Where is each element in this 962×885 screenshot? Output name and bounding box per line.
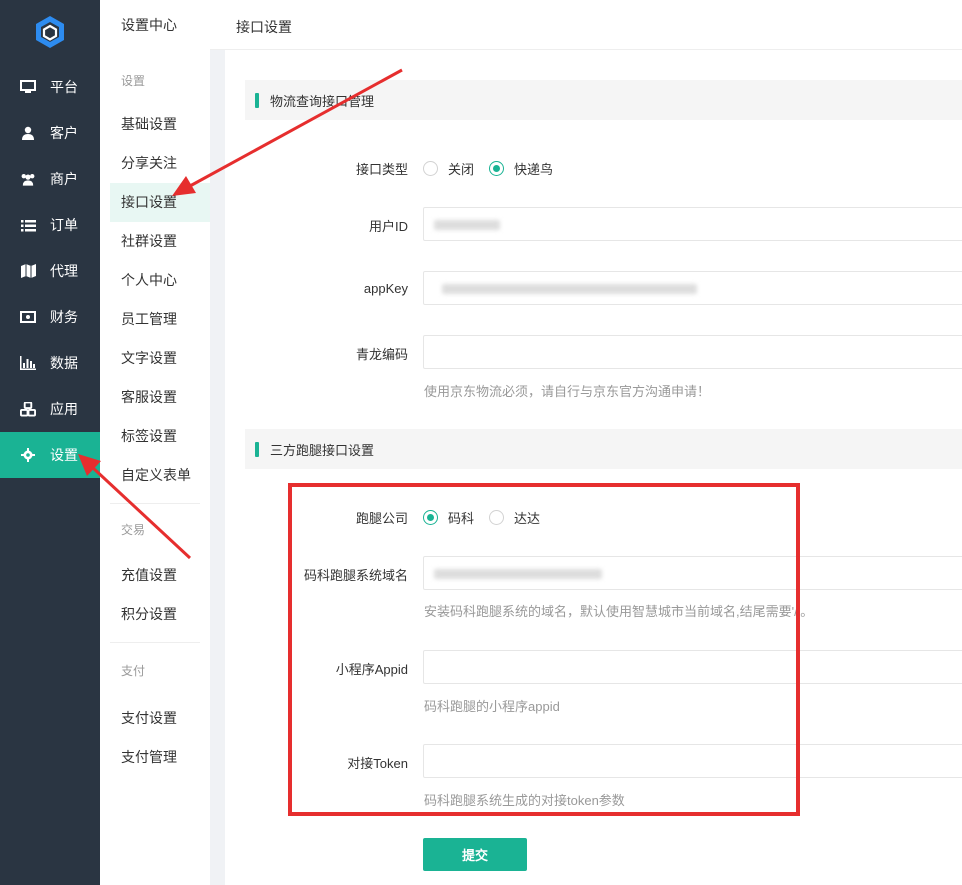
gear-icon [20,447,36,463]
logo-icon [36,16,64,48]
main-content: 物流查询接口管理 接口类型 关闭 快递鸟 用户ID appKey 青龙编码 使用… [225,50,962,885]
sub-nav-item[interactable]: 积分设置 [100,595,210,634]
gutter [210,50,225,885]
nav-item-2[interactable]: 商户 [0,156,100,202]
nav-item-label: 客户 [50,125,78,141]
qinglong-help: 使用京东物流必须，请自行与京东官方沟通申请！ [424,384,711,399]
radio-kdn-label: 快递鸟 [514,162,554,177]
bar-chart-icon [20,355,36,371]
radio-make-dot[interactable] [423,510,438,525]
nav-item-label: 商户 [50,171,78,187]
sub-nav-item[interactable]: 支付设置 [100,699,210,738]
token-label: 对接Token [347,756,408,771]
section-marker [255,92,259,108]
section-errand-title: 三方跑腿接口设置 [270,442,375,458]
nav-item-8[interactable]: 设置 [0,432,100,478]
sub-group-trade: 交易 [121,523,146,537]
submit-button[interactable]: 提交 [423,838,527,871]
radio-off-label: 关闭 [448,162,475,177]
token-input[interactable] [423,744,962,778]
sub-nav-item[interactable]: 分享关注 [100,144,210,183]
redacted-value [442,284,697,294]
nav-item-0[interactable]: 平台 [0,64,100,110]
appid-label: 小程序Appid [335,662,408,677]
user-id-label: 用户ID [368,219,408,234]
token-help: 码科跑腿系统生成的对接token参数 [424,793,625,808]
sub-group-settings: 设置 [121,74,146,88]
section-logistics-header: 物流查询接口管理 [245,80,962,120]
sub-nav-item[interactable]: 个人中心 [100,261,210,300]
section-errand-header: 三方跑腿接口设置 [245,429,962,469]
radio-kdn-dot[interactable] [489,161,504,176]
list-icon [20,217,36,233]
domain-input[interactable] [423,556,962,590]
nav-item-5[interactable]: 财务 [0,294,100,340]
radio-off[interactable]: 关闭 [423,159,474,178]
page-title: 接口设置 [236,19,292,35]
monitor-icon [20,79,36,95]
map-icon [20,263,36,279]
sub-nav-item[interactable]: 文字设置 [100,339,210,378]
nav-item-label: 数据 [50,355,78,371]
nav-item-label: 代理 [50,263,78,279]
radio-make-label: 码科 [448,511,475,526]
sub-group-payment: 支付 [121,664,146,678]
nav-item-label: 平台 [50,79,78,95]
sub-nav-item[interactable]: 员工管理 [100,300,210,339]
qinglong-label: 青龙编码 [355,347,408,362]
appid-input[interactable] [423,650,962,684]
radio-dada[interactable]: 达达 [489,508,540,527]
secondary-sidebar: 设置中心 设置 基础设置 分享关注 接口设置 社群设置 个人中心 员工管理 文字设置 客服设置… [100,0,210,885]
nav-item-3[interactable]: 订单 [0,202,100,248]
domain-label: 码科跑腿系统域名 [303,568,408,583]
sub-nav-item[interactable]: 客服设置 [100,378,210,417]
sub-nav-item[interactable]: 自定义表单 [100,456,210,495]
main-sidebar: 平台客户商户订单代理财务数据应用设置 [0,0,100,885]
sub-nav-item[interactable]: 充值设置 [100,556,210,595]
radio-off-dot[interactable] [423,161,438,176]
appkey-input[interactable] [423,271,962,305]
sub-nav-item[interactable]: 标签设置 [100,417,210,456]
nav-item-label: 财务 [50,309,78,325]
nav-item-label: 应用 [50,401,78,417]
sub-nav-item[interactable]: 支付管理 [100,738,210,777]
user-icon [20,125,36,141]
sub-nav-item[interactable]: 社群设置 [100,222,210,261]
redacted-value [434,220,500,230]
user-id-input[interactable] [423,207,962,241]
section-marker [255,441,259,457]
sub-nav-item[interactable]: 基础设置 [100,105,210,144]
qinglong-input[interactable] [423,335,962,369]
nav-item-1[interactable]: 客户 [0,110,100,156]
redacted-value [434,569,602,579]
appkey-label: appKey [363,281,408,296]
appid-help: 码科跑腿的小程序appid [424,699,560,714]
nav-item-label: 设置 [50,447,78,463]
nav-item-6[interactable]: 数据 [0,340,100,386]
sub-nav-item[interactable]: 接口设置 [110,183,210,222]
cubes-icon [20,401,36,417]
radio-dada-dot[interactable] [489,510,504,525]
users-icon [20,171,36,187]
nav-item-label: 订单 [50,217,78,233]
sub-nav-title: 设置中心 [121,17,177,33]
radio-dada-label: 达达 [514,511,541,526]
nav-item-4[interactable]: 代理 [0,248,100,294]
interface-type-label: 接口类型 [355,162,408,177]
logo[interactable] [0,0,100,64]
header-bar: 接口设置 [210,0,962,50]
radio-kdn[interactable]: 快递鸟 [489,159,553,178]
domain-help: 安装码科跑腿系统的域名，默认使用智慧城市当前域名,结尾需要'/'。 [424,604,814,619]
money-icon [20,309,36,325]
company-label: 跑腿公司 [355,511,408,526]
nav-item-7[interactable]: 应用 [0,386,100,432]
radio-make[interactable]: 码科 [423,508,474,527]
section-logistics-title: 物流查询接口管理 [270,93,375,109]
